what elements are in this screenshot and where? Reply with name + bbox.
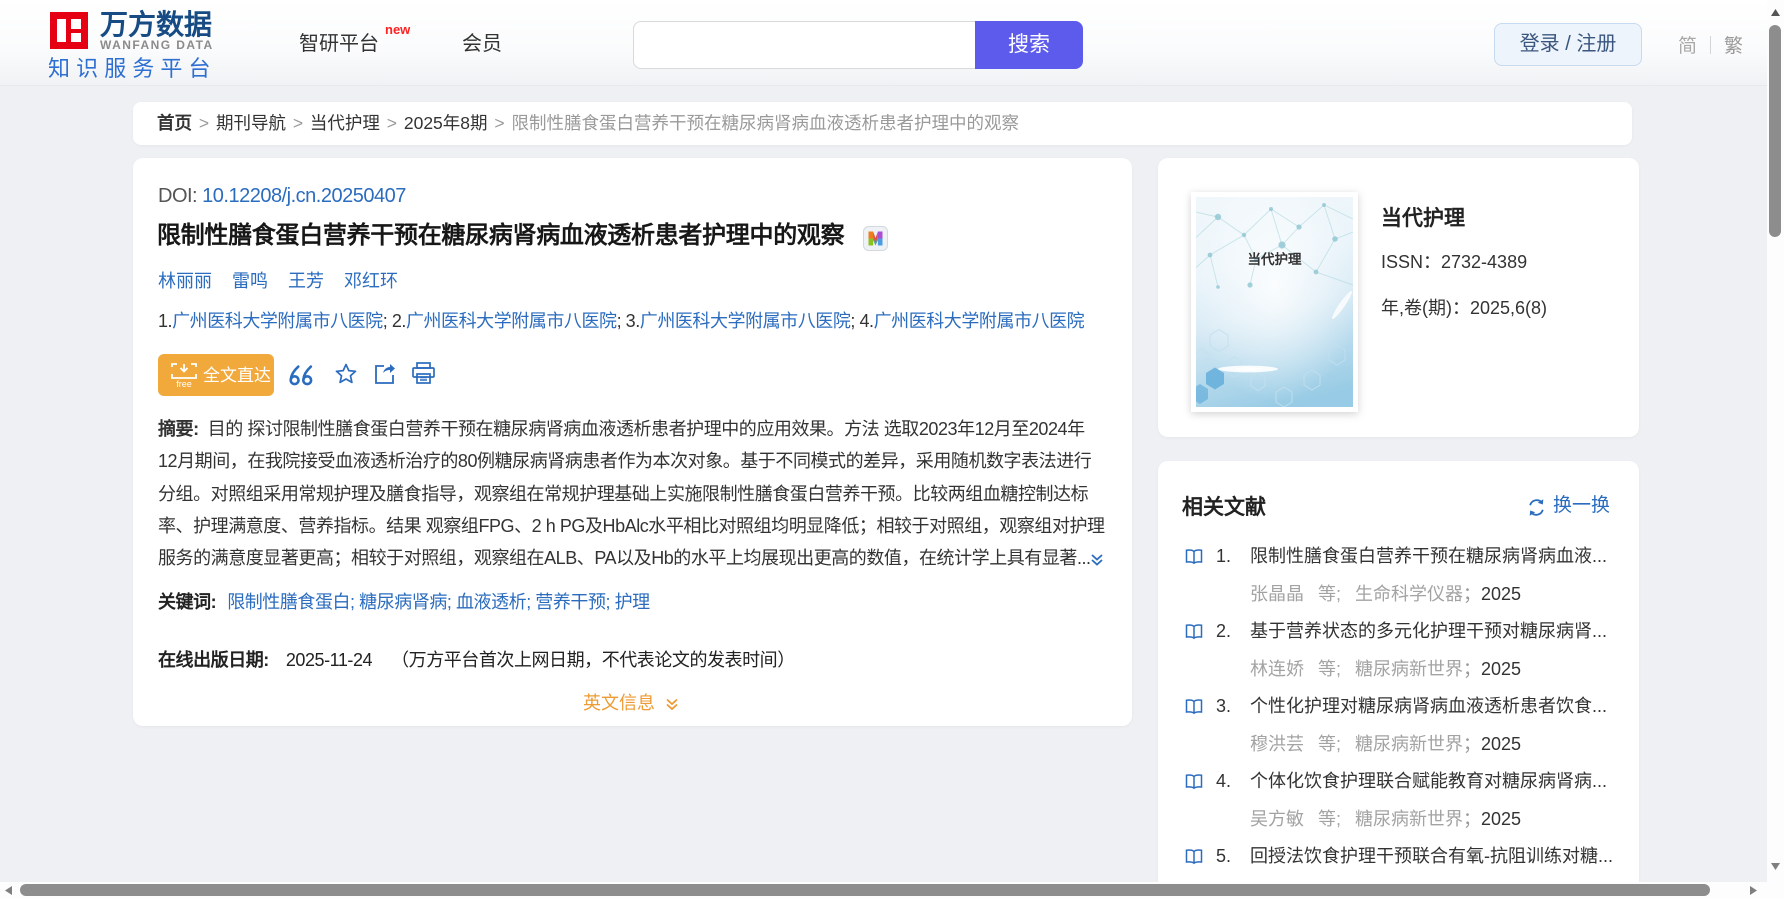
svg-text:free: free — [176, 379, 192, 389]
svg-text:当代护理: 当代护理 — [1248, 251, 1302, 267]
